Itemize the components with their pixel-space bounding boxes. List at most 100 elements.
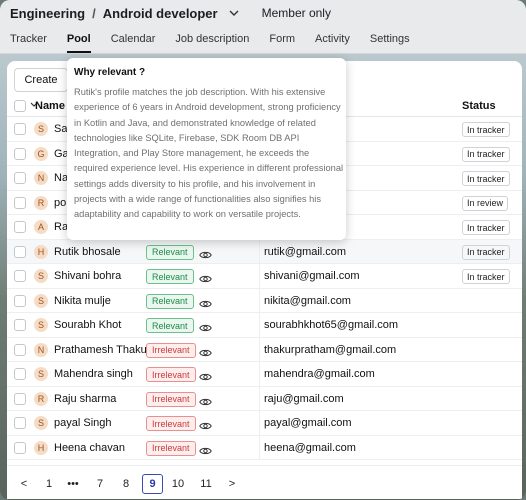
relevance-badge: Irrelevant [146,391,196,407]
row-checkbox[interactable] [14,196,26,209]
candidate-name[interactable]: Prathamesh Thakur [54,344,150,356]
pagination: < 1 ••• 7 8 9 10 11 > [7,465,522,499]
tab-job-description[interactable]: Job description [175,33,249,53]
eye-icon[interactable] [199,296,212,307]
row-checkbox[interactable] [14,441,26,454]
row-checkbox[interactable] [14,294,26,307]
candidate-name[interactable]: Nikita mulje [54,295,111,307]
candidate-email: thakurpratham@gmail.com [264,343,397,356]
row-checkbox[interactable] [14,392,26,405]
avatar: R [34,195,48,210]
row-checkbox[interactable] [14,343,26,356]
table-row[interactable]: H Rutik bhosale Relevant rutik@gmail.com In … [7,239,522,264]
eye-icon[interactable] [199,394,212,405]
avatar: G [34,146,48,161]
breadcrumb-separator: / [92,5,96,21]
candidate-name[interactable]: Rutik bhosale [54,246,121,258]
status-badge[interactable]: In tracker [462,171,510,186]
page-button[interactable]: 11 [198,474,214,494]
page-button[interactable]: 10 [170,474,186,494]
avatar: S [34,318,48,332]
avatar: A [34,220,48,234]
candidate-name[interactable]: Heena chavan [54,442,125,454]
create-button[interactable]: Create [14,68,68,92]
eye-icon[interactable] [199,418,212,430]
relevance-badge: Relevant [146,293,194,309]
eye-icon[interactable] [199,369,212,381]
avatar: H [34,440,48,455]
row-checkbox[interactable] [14,172,26,184]
tab-bar: Tracker Pool Calendar Job description Fo… [10,33,430,53]
status-badge[interactable]: In tracker [462,269,510,284]
candidate-name[interactable]: Sourabh Khot [54,319,121,331]
avatar: N [34,171,48,185]
tab-settings[interactable]: Settings [370,33,410,53]
status-badge[interactable]: In tracker [462,244,510,260]
row-checkbox[interactable] [14,319,26,331]
status-badge[interactable]: In review [462,195,509,211]
tab-calendar[interactable]: Calendar [111,33,156,53]
next-page-button[interactable]: > [224,474,240,494]
avatar: S [34,293,48,308]
eye-icon[interactable] [199,271,212,283]
current-page-button[interactable]: 9 [142,474,163,494]
table-row[interactable]: S Nikita mulje Relevant nikita@gmail.com [7,288,522,313]
eye-icon[interactable] [199,345,212,356]
status-badge[interactable]: In tracker [462,146,510,162]
table-row[interactable]: Spayal Singh Irrelevant payal@gmail.com [7,411,522,436]
page-ellipsis[interactable]: ••• [65,474,81,494]
tab-form[interactable]: Form [269,33,295,53]
page-button[interactable]: 1 [41,474,57,494]
page-button[interactable]: 8 [118,474,134,494]
column-divider [259,362,260,386]
tab-tracker[interactable]: Tracker [10,33,47,53]
relevance-badge: Irrelevant [146,440,196,456]
breadcrumb-team[interactable]: Engineering [10,6,85,21]
table-row[interactable]: N Prathamesh Thakur Irrelevant thakurpratha… [7,337,522,362]
select-all-checkbox[interactable] [14,100,26,112]
candidate-name[interactable]: Raju sharma [54,393,116,405]
candidate-name[interactable]: Na [54,172,68,184]
avatar: R [34,391,48,406]
eye-icon[interactable] [199,443,212,454]
prev-page-button[interactable]: < [16,474,32,494]
candidate-name[interactable]: Mahendra singh [54,368,133,380]
tooltip-body: Rutik's profile matches the job descript… [74,87,344,220]
table-row[interactable]: S Shivani bohra Relevant shivani@gmail.com I… [7,264,522,289]
row-checkbox[interactable] [14,417,26,429]
avatar: S [34,122,48,136]
tab-activity[interactable]: Activity [315,33,350,53]
row-checkbox[interactable] [14,368,26,380]
avatar: H [34,244,48,259]
row-checkbox[interactable] [14,123,26,135]
eye-icon[interactable] [199,247,212,258]
column-divider [259,411,260,435]
breadcrumb-role[interactable]: Android developer [103,6,218,21]
candidate-name[interactable]: payal Singh [54,417,112,429]
relevance-badge: Relevant [146,269,194,284]
table-row[interactable]: R Raju sharma Irrelevant raju@gmail.com [7,386,522,411]
chevron-down-icon[interactable] [227,6,241,20]
column-divider [259,435,260,460]
eye-icon[interactable] [199,320,212,332]
candidate-name[interactable]: Shivani bohra [54,270,121,282]
row-checkbox[interactable] [14,245,26,258]
row-checkbox[interactable] [14,147,26,160]
candidate-name[interactable]: po [54,197,66,209]
tab-pool[interactable]: Pool [66,33,91,53]
avatar: S [34,269,48,283]
avatar: N [34,342,48,357]
table-row[interactable]: S Sourabh Khot Relevant sourabhkhot65@gmail… [7,313,522,338]
row-checkbox[interactable] [14,221,26,233]
page-button[interactable]: 7 [92,474,108,494]
table-row[interactable]: H Heena chavan Irrelevant heena@gmail.com [7,435,522,460]
relevance-badge: Relevant [146,244,194,260]
column-header-name[interactable]: Name [35,100,65,112]
relevance-badge: Irrelevant [146,416,196,431]
table-row[interactable]: S Mahendra singh Irrelevant mahendra@gmail.… [7,362,522,387]
column-header-status[interactable]: Status [462,100,496,112]
status-badge[interactable]: In tracker [462,122,510,137]
row-checkbox[interactable] [14,270,26,282]
status-badge[interactable]: In tracker [462,220,510,235]
candidate-name[interactable]: Ra [54,221,68,233]
